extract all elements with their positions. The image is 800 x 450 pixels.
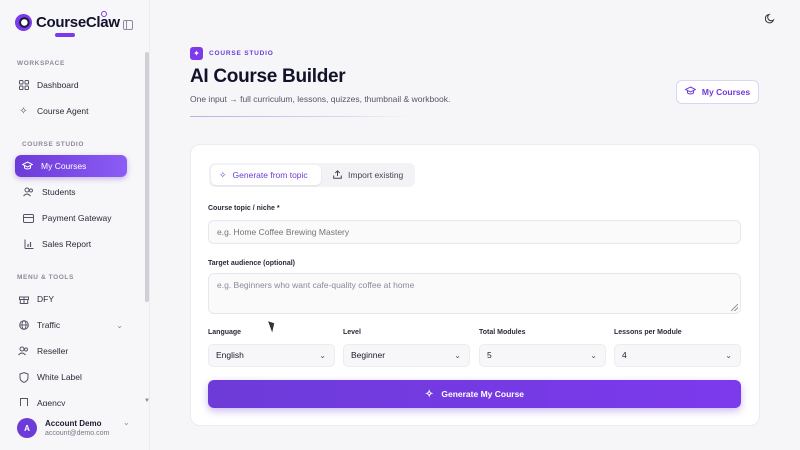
sidebar-item-label: DFY <box>37 294 54 304</box>
lessons-per-module-select[interactable]: 4 ⌄ <box>614 344 741 367</box>
total-modules-label: Total Modules <box>479 329 526 336</box>
logo-icon <box>15 14 32 31</box>
sidebar: CourseClaw WORKSPACE Dashboard ✧ Course … <box>0 0 150 450</box>
sidebar-item-label: Dashboard <box>37 80 79 90</box>
section-label-course-studio: COURSE STUDIO <box>22 141 84 148</box>
page-title: AI Course Builder <box>190 66 346 87</box>
chevron-down-icon: ⌄ <box>590 351 597 360</box>
studio-tag-text: COURSE STUDIO <box>209 50 274 57</box>
sidebar-item-dashboard[interactable]: Dashboard <box>15 74 127 96</box>
app-logo[interactable]: CourseClaw <box>15 11 120 37</box>
lessons-per-module-label: Lessons per Module <box>614 329 682 336</box>
my-courses-button[interactable]: My Courses <box>676 80 759 104</box>
select-value: English <box>216 350 244 360</box>
sidebar-item-label: My Courses <box>41 161 87 171</box>
shield-icon <box>18 371 29 383</box>
sidebar-item-label: White Label <box>37 372 82 382</box>
sidebar-item-label: Sales Report <box>42 239 92 249</box>
credit-card-icon <box>23 213 34 224</box>
sidebar-item-label: Reseller <box>37 346 69 356</box>
registered-mark-icon <box>101 11 107 17</box>
tab-import-existing[interactable]: Import existing <box>325 165 413 185</box>
theme-toggle-moon-icon[interactable] <box>764 13 777 25</box>
sidebar-item-traffic[interactable]: Traffic ⌄ <box>15 314 127 336</box>
account-email: account@demo.com <box>45 430 110 437</box>
tab-label: Import existing <box>348 170 404 180</box>
language-label: Language <box>208 329 242 336</box>
generate-button-label: Generate My Course <box>441 389 525 399</box>
audience-label: Target audience (optional) <box>208 260 295 267</box>
bar-chart-icon <box>23 239 34 250</box>
total-modules-select[interactable]: 5 ⌄ <box>479 344 606 367</box>
tab-generate-from-topic[interactable]: ✧ Generate from topic <box>211 165 321 185</box>
sidebar-collapse-icon[interactable] <box>123 20 133 30</box>
sparkle-icon: ✧ <box>19 105 28 117</box>
topic-input[interactable] <box>208 220 741 244</box>
logo-badge <box>55 33 75 37</box>
my-courses-label: My Courses <box>701 87 751 97</box>
select-value: 5 <box>487 350 492 360</box>
section-label-workspace: WORKSPACE <box>17 60 65 67</box>
scroll-down-icon[interactable]: ▼ <box>144 398 150 404</box>
users-icon <box>18 346 29 357</box>
globe-icon <box>18 320 29 331</box>
tab-label: Generate from topic <box>232 170 308 180</box>
wand-icon: ✦ <box>190 47 203 60</box>
audience-textarea[interactable]: e.g. Beginners who want cafe-quality cof… <box>208 273 741 314</box>
sidebar-item-sales-report[interactable]: Sales Report <box>20 233 132 255</box>
language-select[interactable]: English ⌄ <box>208 344 335 367</box>
select-value: Beginner <box>351 350 386 360</box>
chevron-down-icon: ⌄ <box>725 351 732 360</box>
sidebar-item-reseller[interactable]: Reseller <box>15 340 127 362</box>
page-subtitle: One input → full curriculum, lessons, qu… <box>190 94 451 104</box>
sidebar-scrollbar[interactable] <box>145 52 149 302</box>
chevron-down-icon: ⌄ <box>319 351 326 360</box>
title-divider <box>190 116 410 117</box>
sidebar-item-payment-gateway[interactable]: Payment Gateway <box>20 207 132 229</box>
chevron-down-icon: ⌄ <box>454 351 461 360</box>
gift-icon <box>18 294 29 305</box>
graduation-cap-icon <box>684 86 697 98</box>
users-icon <box>23 187 34 198</box>
sidebar-item-white-label[interactable]: White Label <box>15 366 127 388</box>
level-select[interactable]: Beginner ⌄ <box>343 344 470 367</box>
sidebar-item-course-agent[interactable]: ✧ Course Agent <box>15 100 127 122</box>
account-name: Account Demo <box>45 419 102 428</box>
sidebar-item-label: Traffic <box>37 320 61 330</box>
chevron-down-icon[interactable]: ⌄ <box>123 418 130 427</box>
generate-course-button[interactable]: ✧ Generate My Course <box>208 380 741 408</box>
app-name: CourseClaw <box>36 14 120 31</box>
sidebar-item-dfy[interactable]: DFY <box>15 288 127 310</box>
avatar: A <box>17 418 37 438</box>
sidebar-item-label: Students <box>42 187 76 197</box>
graduation-cap-icon <box>22 161 33 172</box>
upload-icon <box>333 169 342 181</box>
sidebar-item-students[interactable]: Students <box>20 181 132 203</box>
section-label-menu-tools: MENU & TOOLS <box>17 274 74 281</box>
topic-label: Course topic / niche * <box>208 205 280 212</box>
chevron-down-icon[interactable]: ⌄ <box>116 321 123 330</box>
account-menu[interactable]: A Account Demo account@demo.com ⌄ <box>0 406 145 450</box>
level-label: Level <box>343 329 361 336</box>
sparkle-icon: ✧ <box>424 388 434 400</box>
select-value: 4 <box>622 350 627 360</box>
studio-tag: ✦ COURSE STUDIO <box>190 47 274 60</box>
sidebar-item-label: Payment Gateway <box>42 213 112 223</box>
resize-grip-icon[interactable] <box>731 304 738 311</box>
sidebar-item-label: Course Agent <box>37 106 89 116</box>
sparkle-icon: ✧ <box>219 169 227 180</box>
dashboard-icon <box>18 80 29 91</box>
sidebar-item-my-courses[interactable]: My Courses <box>15 155 127 177</box>
